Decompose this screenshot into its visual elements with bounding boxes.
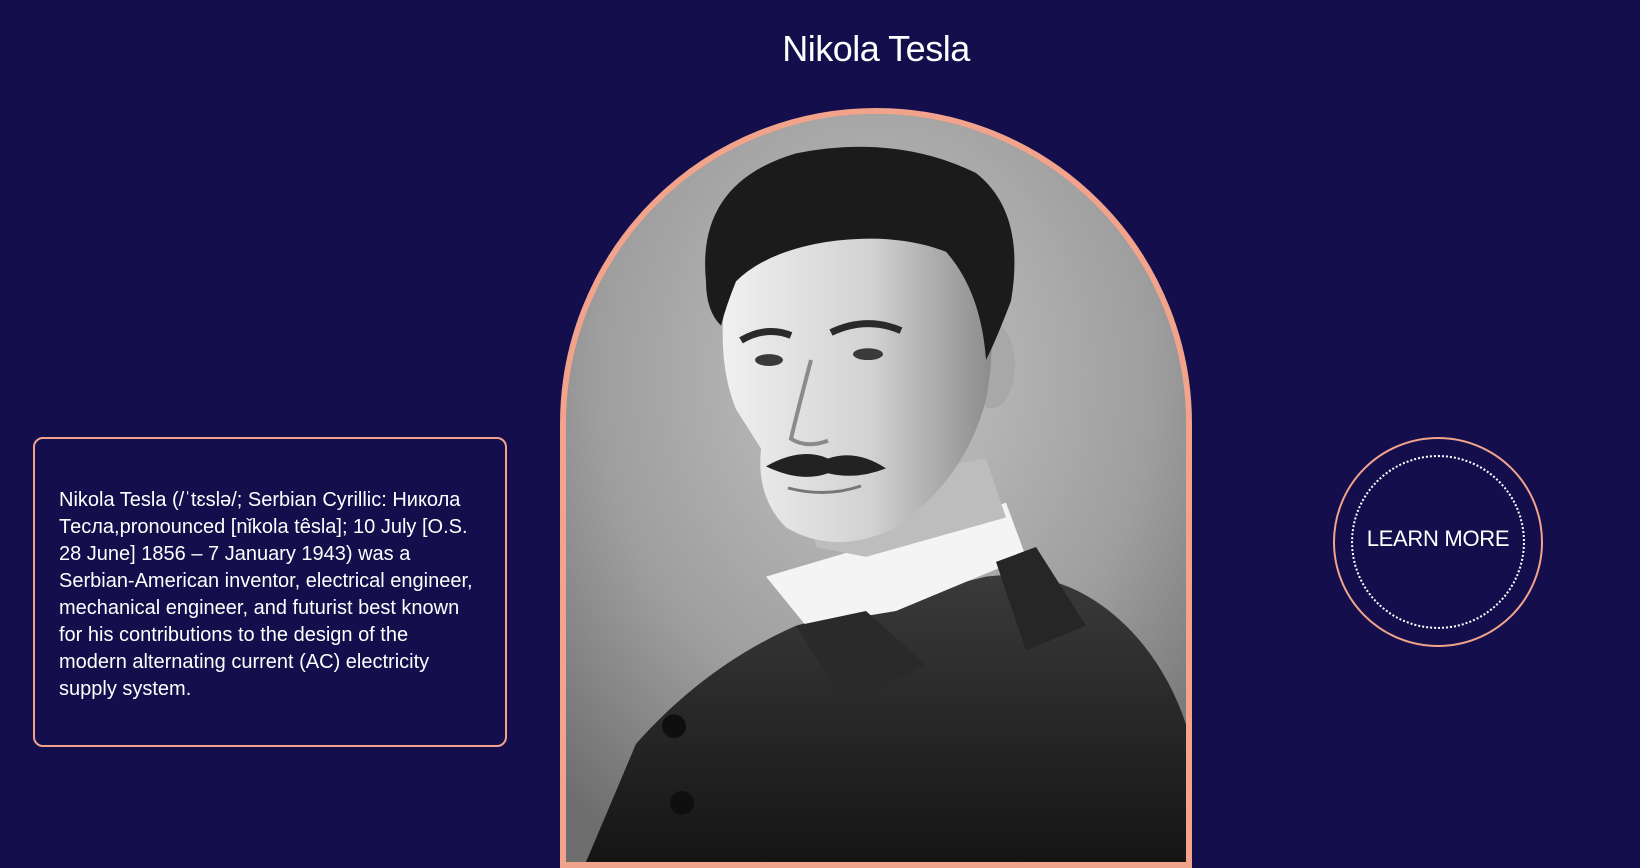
page-title: Nikola Tesla (782, 28, 970, 69)
learn-more-button[interactable]: LEARN MORE (1333, 437, 1543, 647)
bio-card: Nikola Tesla (/ˈtɛslə/; Serbian Cyrillic… (33, 437, 507, 747)
portrait-frame (560, 108, 1192, 868)
bio-text: Nikola Tesla (/ˈtɛslə/; Serbian Cyrillic… (59, 489, 473, 700)
portrait-image (566, 114, 1186, 862)
learn-more-label: LEARN MORE (1366, 526, 1510, 551)
